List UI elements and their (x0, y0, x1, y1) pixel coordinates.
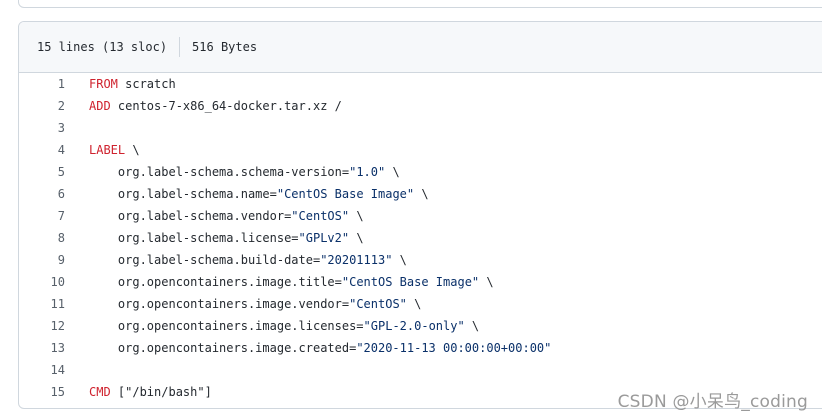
line-content: org.opencontainers.image.title="CentOS B… (65, 271, 494, 293)
code-keyword: ADD (89, 99, 111, 113)
code-line: 14 (19, 359, 822, 381)
code-text: \ (414, 187, 429, 201)
code-text: org.label-schema.build-date= (89, 253, 321, 267)
code-text: \ (392, 253, 407, 267)
code-line: 1 FROM scratch (19, 73, 822, 95)
code-keyword: CMD (89, 385, 111, 399)
code-text: \ (349, 231, 364, 245)
code-string: "20201113" (320, 253, 393, 267)
code-text: org.opencontainers.image.vendor= (89, 297, 350, 311)
line-content: org.label-schema.schema-version="1.0" \ (65, 161, 400, 183)
line-number[interactable]: 5 (19, 161, 65, 183)
line-content (65, 117, 89, 139)
code-string: "2020-11-13 00:00:00+00:00" (356, 341, 552, 355)
watermark: CSDN @小呆鸟_coding (617, 392, 808, 412)
line-number[interactable]: 14 (19, 359, 65, 381)
code-line: 7 org.label-schema.vendor="CentOS" \ (19, 205, 822, 227)
code-text: \ (479, 275, 494, 289)
code-string: "CentOS Base Image" (341, 275, 480, 289)
line-content: org.opencontainers.image.created="2020-1… (65, 337, 552, 359)
code-text: org.opencontainers.image.title= (89, 275, 342, 289)
line-number[interactable]: 15 (19, 381, 65, 403)
line-number[interactable]: 13 (19, 337, 65, 359)
code-line: 8 org.label-schema.license="GPLv2" \ (19, 227, 822, 249)
code-text: centos-7-x86_64-docker.tar.xz / (110, 99, 342, 113)
previous-panel-edge (18, 0, 822, 8)
code-text: org.label-schema.name= (89, 187, 277, 201)
line-content: FROM scratch (65, 73, 176, 95)
line-number[interactable]: 2 (19, 95, 65, 117)
file-size: 516 Bytes (192, 40, 258, 54)
code-text: scratch (117, 77, 176, 91)
code-line: 6 org.label-schema.name="CentOS Base Ima… (19, 183, 822, 205)
code-string: "1.0" (349, 165, 386, 179)
line-content: org.opencontainers.image.vendor="CentOS"… (65, 293, 421, 315)
code-text: \ (406, 297, 422, 311)
code-text: \ (385, 165, 400, 179)
code-string: "GPLv2" (298, 231, 350, 245)
line-content: org.label-schema.license="GPLv2" \ (65, 227, 364, 249)
file-lines-info: 15 lines (13 sloc) (37, 40, 168, 54)
line-number[interactable]: 10 (19, 271, 65, 293)
line-content (65, 359, 89, 381)
code-text: \ (464, 319, 480, 333)
code-string: "GPL-2.0-only" (363, 319, 465, 333)
code-keyword: FROM (89, 77, 118, 91)
line-number[interactable]: 1 (19, 73, 65, 95)
code-line: 11 org.opencontainers.image.vendor="Cent… (19, 293, 822, 315)
code-text: org.label-schema.vendor= (89, 209, 292, 223)
line-content: org.opencontainers.image.licenses="GPL-2… (65, 315, 479, 337)
code-keyword: LABEL (89, 143, 126, 157)
line-number[interactable]: 12 (19, 315, 65, 337)
code-text: \ (125, 143, 140, 157)
file-viewer: 15 lines (13 sloc) 516 Bytes 1 FROM scrat… (18, 21, 822, 409)
line-content: ADD centos-7-x86_64-docker.tar.xz / (65, 95, 342, 117)
code-text: org.label-schema.license= (89, 231, 299, 245)
line-number[interactable]: 7 (19, 205, 65, 227)
line-number[interactable]: 11 (19, 293, 65, 315)
line-content: LABEL \ (65, 139, 140, 161)
code-line: 2 ADD centos-7-x86_64-docker.tar.xz / (19, 95, 822, 117)
line-number[interactable]: 8 (19, 227, 65, 249)
header-divider (179, 37, 181, 57)
line-number[interactable]: 9 (19, 249, 65, 271)
code-text: \ (349, 209, 364, 223)
code-line: 10 org.opencontainers.image.title="CentO… (19, 271, 822, 293)
code-string: "CentOS" (349, 297, 407, 311)
code-line: 12 org.opencontainers.image.licenses="GP… (19, 315, 822, 337)
line-content: CMD ["/bin/bash"] (65, 381, 212, 403)
line-content: org.label-schema.name="CentOS Base Image… (65, 183, 429, 205)
code-text: org.opencontainers.image.created= (89, 341, 357, 355)
code-line: 3 (19, 117, 822, 139)
code-block[interactable]: 1 FROM scratch 2 ADD centos-7-x86_64-docker… (19, 73, 822, 403)
file-info-header: 15 lines (13 sloc) 516 Bytes (19, 22, 822, 73)
code-line: 5 org.label-schema.schema-version="1.0" … (19, 161, 822, 183)
line-content: org.label-schema.build-date="20201113" \ (65, 249, 407, 271)
code-text: org.label-schema.schema-version= (89, 165, 350, 179)
code-line: 9 org.label-schema.build-date="20201113"… (19, 249, 822, 271)
line-number[interactable]: 3 (19, 117, 65, 139)
code-string: "CentOS" (291, 209, 350, 223)
code-line: 4 LABEL \ (19, 139, 822, 161)
code-text: org.opencontainers.image.licenses= (89, 319, 364, 333)
line-number[interactable]: 6 (19, 183, 65, 205)
code-line: 13 org.opencontainers.image.created="202… (19, 337, 822, 359)
line-number[interactable]: 4 (19, 139, 65, 161)
code-string: "CentOS Base Image" (276, 187, 415, 201)
code-text: ["/bin/bash"] (110, 385, 212, 399)
line-content: org.label-schema.vendor="CentOS" \ (65, 205, 364, 227)
